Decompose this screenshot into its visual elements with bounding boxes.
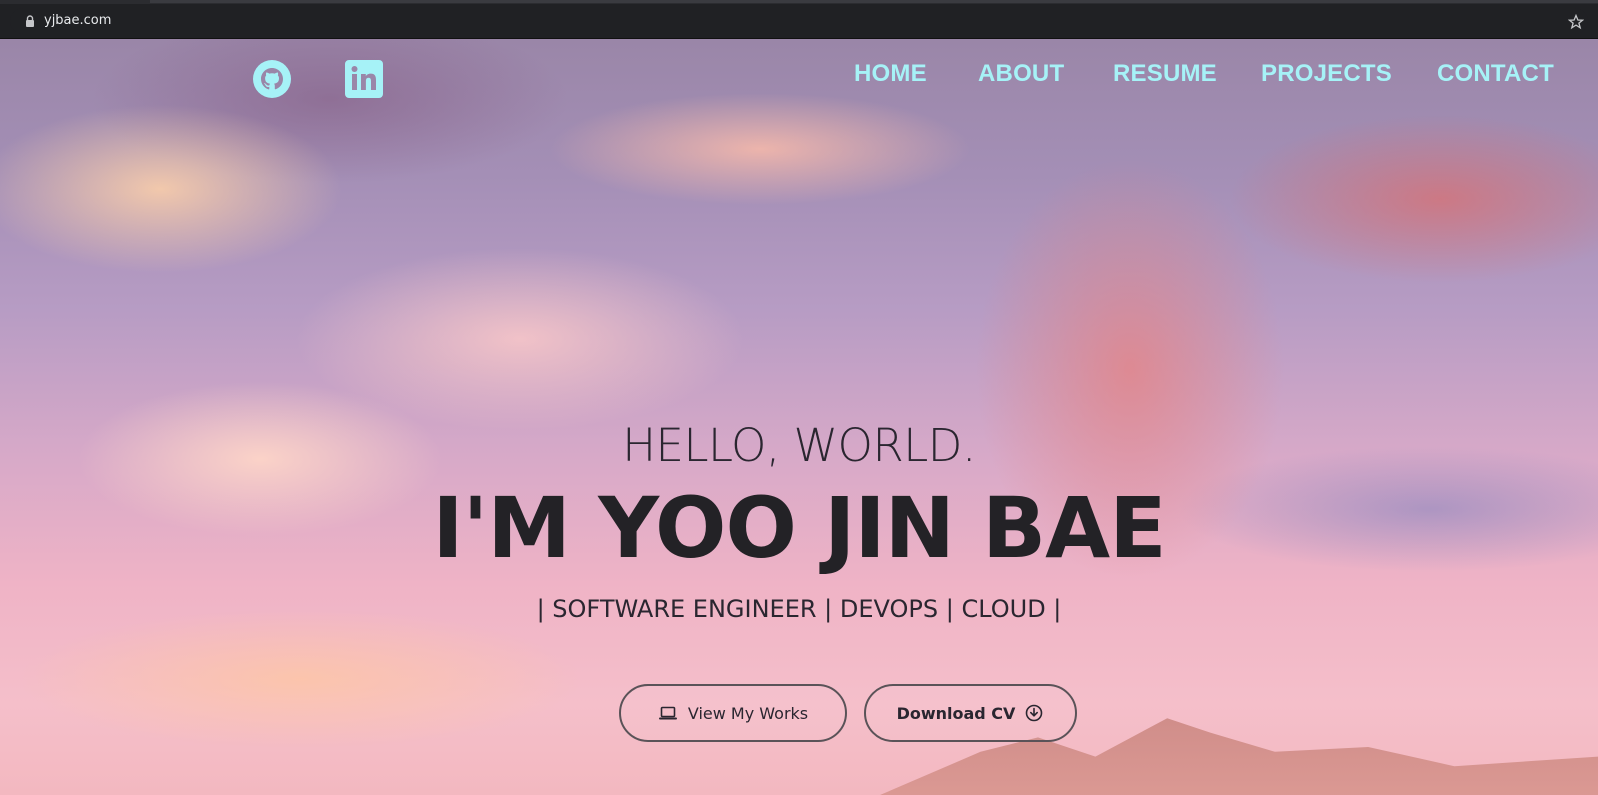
hero-section: HOME ABOUT RESUME PROJECTS CONTACT HELLO… <box>0 39 1598 795</box>
url-text[interactable]: yjbae.com <box>44 13 111 29</box>
nav-about[interactable]: ABOUT <box>978 60 1064 88</box>
hero-greeting: HELLO, WORLD. <box>622 419 976 472</box>
download-cv-label: Download CV <box>896 703 1016 723</box>
laptop-icon <box>658 706 677 720</box>
view-my-works-label: View My Works <box>687 703 809 723</box>
nav-home[interactable]: HOME <box>854 60 927 88</box>
tab-strip-edge <box>150 0 1598 3</box>
nav-contact[interactable]: CONTACT <box>1437 60 1554 88</box>
linkedin-icon[interactable] <box>345 60 383 98</box>
hero-name: I'M YOO JIN BAE <box>432 479 1166 577</box>
download-circle-icon <box>1026 704 1043 722</box>
github-icon[interactable] <box>252 59 292 99</box>
download-cv-button[interactable]: Download CV <box>864 684 1077 742</box>
nav-resume[interactable]: RESUME <box>1113 60 1217 88</box>
view-my-works-button[interactable]: View My Works <box>619 684 847 742</box>
star-icon[interactable] <box>1568 14 1584 30</box>
browser-address-bar[interactable]: yjbae.com <box>0 4 1598 39</box>
hero-roles: | SOFTWARE ENGINEER | DEVOPS | CLOUD | <box>536 595 1062 623</box>
omnibox[interactable] <box>10 8 1588 34</box>
nav-projects[interactable]: PROJECTS <box>1261 60 1392 88</box>
lock-icon[interactable] <box>23 14 37 28</box>
